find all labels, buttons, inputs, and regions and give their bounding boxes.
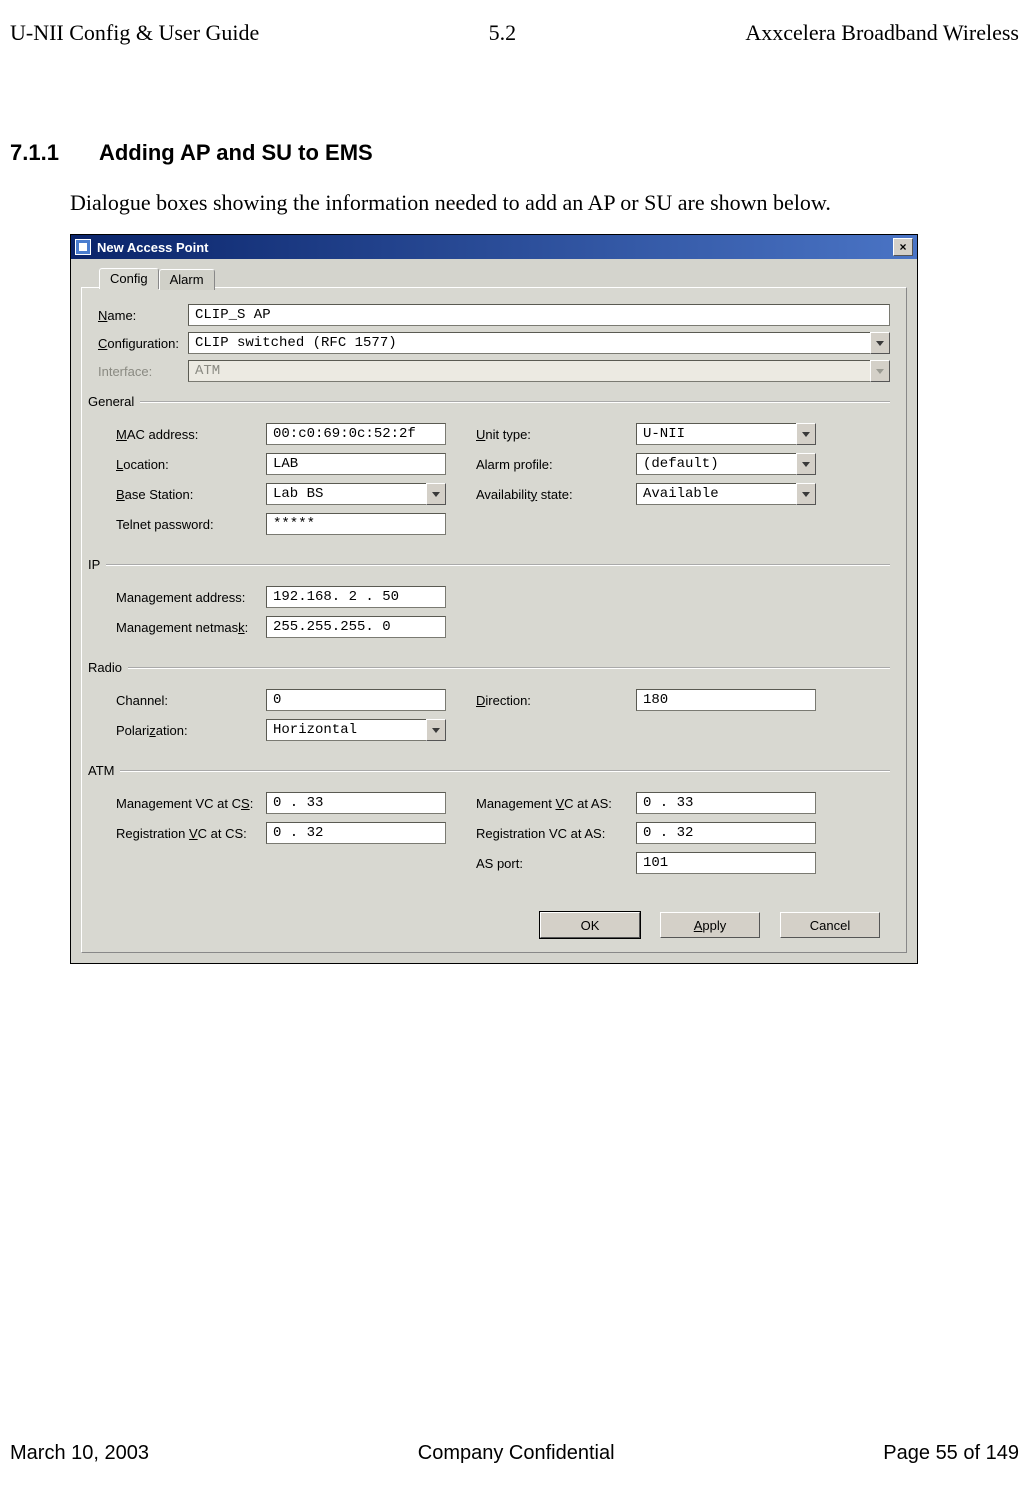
unit-type-label: Unit type: (446, 427, 636, 442)
channel-input[interactable]: 0 (266, 689, 446, 711)
configuration-select[interactable]: CLIP switched (RFC 1577) (188, 332, 871, 354)
mgmt-vc-cs-input[interactable]: 0 . 33 (266, 792, 446, 814)
dropdown-arrow-icon[interactable] (870, 332, 890, 354)
mac-label: MAC address: (116, 427, 266, 442)
config-panel: Name: Name: CLIP_S AP Configuration: Con… (81, 287, 907, 953)
polarization-select[interactable]: Horizontal (266, 719, 427, 741)
reg-vc-cs-label: Registration VC at CS: (116, 826, 266, 841)
name-label: Name: (98, 308, 188, 323)
mgmt-vc-as-label: Management VC at AS: (446, 796, 636, 811)
ok-button[interactable]: OK (540, 912, 640, 938)
alarm-profile-label: Alarm profile: (446, 457, 636, 472)
as-port-input[interactable]: 101 (636, 852, 816, 874)
tab-strip: Config Alarm (99, 267, 907, 288)
direction-input[interactable]: 180 (636, 689, 816, 711)
reg-vc-as-label: Registration VC at AS: (446, 826, 636, 841)
header-right: Axxcelera Broadband Wireless (745, 20, 1019, 46)
apply-button[interactable]: Apply (660, 912, 760, 938)
base-station-select[interactable]: Lab BS (266, 483, 427, 505)
header-left: U-NII Config & User Guide (10, 20, 259, 46)
page-footer: March 10, 2003 Company Confidential Page… (10, 1442, 1019, 1465)
base-station-label: Base Station: (116, 487, 266, 502)
name-input[interactable]: CLIP_S AP (188, 304, 890, 326)
location-label: Location: (116, 457, 266, 472)
location-input[interactable]: LAB (266, 453, 446, 475)
availability-label: Availability state: (446, 487, 636, 502)
group-radio: Radio (88, 660, 890, 675)
as-port-label: AS port: (446, 856, 636, 871)
footer-center: Company Confidential (418, 1442, 615, 1465)
dialog-title: New Access Point (97, 240, 209, 255)
polarization-label: Polarization: (116, 723, 266, 738)
tab-alarm[interactable]: Alarm (159, 269, 215, 290)
group-radio-title: Radio (88, 660, 128, 675)
close-icon: × (899, 240, 906, 254)
configuration-label: Configuration: (98, 336, 188, 351)
reg-vc-cs-input[interactable]: 0 . 32 (266, 822, 446, 844)
telnet-password-input[interactable]: ***** (266, 513, 446, 535)
reg-vc-as-input[interactable]: 0 . 32 (636, 822, 816, 844)
channel-label: Channel: (116, 693, 266, 708)
dropdown-arrow-icon[interactable] (796, 483, 816, 505)
mgmt-address-input[interactable]: 192.168. 2 . 50 (266, 586, 446, 608)
telnet-label: Telnet password: (116, 517, 266, 532)
unit-type-select[interactable]: U-NII (636, 423, 797, 445)
dropdown-arrow-icon[interactable] (426, 483, 446, 505)
group-ip-title: IP (88, 557, 106, 572)
cancel-button[interactable]: Cancel (780, 912, 880, 938)
dropdown-arrow-icon[interactable] (426, 719, 446, 741)
footer-left: March 10, 2003 (10, 1442, 149, 1465)
section-heading: 7.1.1 Adding AP and SU to EMS (10, 140, 1019, 166)
group-general: General (88, 394, 890, 409)
app-icon (75, 239, 91, 255)
section-title: Adding AP and SU to EMS (99, 140, 373, 166)
availability-select[interactable]: Available (636, 483, 797, 505)
group-atm-title: ATM (88, 763, 120, 778)
close-button[interactable]: × (893, 238, 913, 256)
direction-label: Direction: (446, 693, 636, 708)
page-header: U-NII Config & User Guide 5.2 Axxcelera … (10, 20, 1019, 50)
group-general-title: General (88, 394, 140, 409)
group-ip: IP (88, 557, 890, 572)
header-center: 5.2 (489, 20, 517, 46)
group-atm: ATM (88, 763, 890, 778)
tab-config[interactable]: Config (99, 268, 159, 289)
section-intro: Dialogue boxes showing the information n… (70, 190, 1019, 216)
dropdown-arrow-icon[interactable] (796, 453, 816, 475)
dropdown-arrow-icon (870, 360, 890, 382)
dropdown-arrow-icon[interactable] (796, 423, 816, 445)
mgmt-addr-label: Management address: (116, 590, 266, 605)
dialog-button-row: OK Apply Apply Cancel (98, 912, 890, 938)
interface-select: ATM (188, 360, 871, 382)
interface-label: Interface: (98, 364, 188, 379)
footer-right: Page 55 of 149 (883, 1442, 1019, 1465)
mgmt-mask-label: Management netmask: (116, 620, 266, 635)
new-access-point-dialog: New Access Point × Config Alarm Name: Na… (70, 234, 918, 964)
section-number: 7.1.1 (10, 140, 59, 166)
mgmt-vc-as-input[interactable]: 0 . 33 (636, 792, 816, 814)
mac-input[interactable]: 00:c0:69:0c:52:2f (266, 423, 446, 445)
dialog-titlebar[interactable]: New Access Point × (71, 235, 917, 259)
mgmt-vc-cs-label: Management VC at CS: (116, 796, 266, 811)
mgmt-netmask-input[interactable]: 255.255.255. 0 (266, 616, 446, 638)
alarm-profile-select[interactable]: (default) (636, 453, 797, 475)
